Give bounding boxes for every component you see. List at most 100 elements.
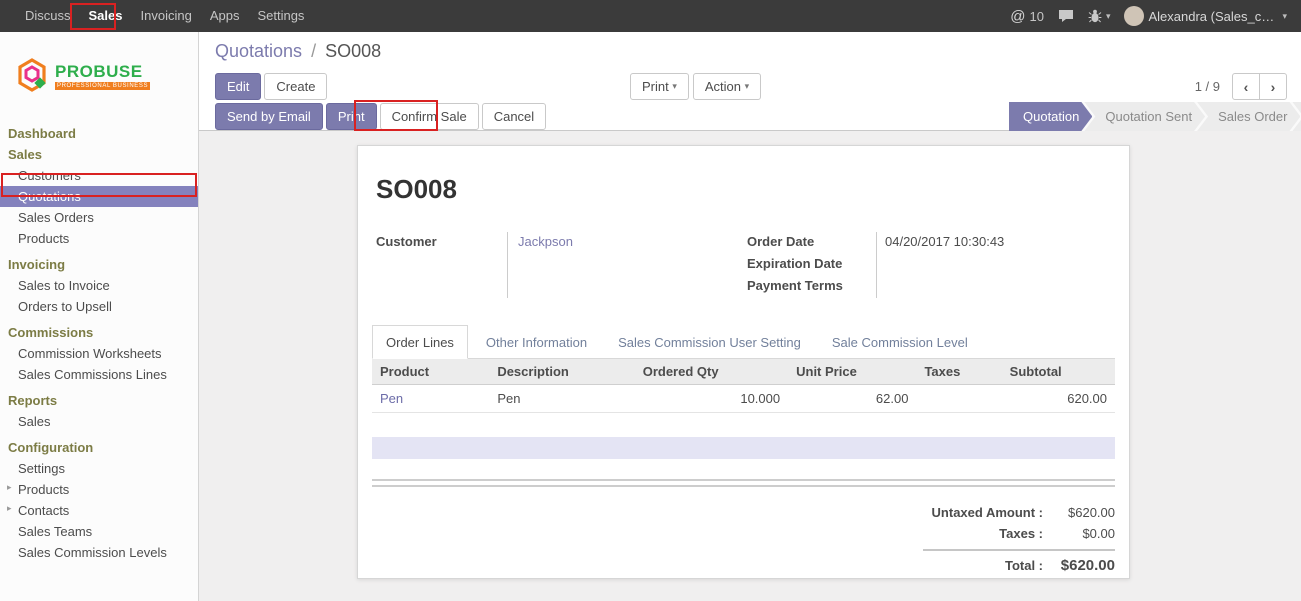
user-menu[interactable]: Alexandra (Sales_comm.. ▾ [1124,6,1287,26]
activities-button[interactable]: @ 10 [1010,8,1044,25]
order-date-value: 04/20/2017 10:30:43 [885,232,1004,254]
sidebar-item-sales-commissions-lines[interactable]: Sales Commissions Lines [0,364,198,385]
app-logo[interactable]: PROBUSE PROFESSIONAL BUSINESS [0,32,198,118]
order-line-unit-price: 62.00 [788,385,916,413]
breadcrumb: Quotations / SO008 [199,32,1301,65]
document-title: SO008 [376,174,1115,205]
sidebar-item-sales-teams[interactable]: Sales Teams [0,521,198,542]
form-view-background: SO008 Customer Jackpson Order Date E [199,131,1301,601]
activities-icon: @ [1010,8,1025,25]
statusbar-stage-sales-order[interactable]: Sales Order [1197,102,1300,131]
section-separator [372,479,1115,487]
tab-other-information[interactable]: Other Information [473,326,600,358]
notebook-tabs: Order Lines Other Information Sales Comm… [372,325,1115,359]
column-header-subtotal: Subtotal [1002,359,1115,385]
messages-button[interactable] [1058,9,1074,23]
total-separator [923,549,1115,551]
topbar-menu-invoicing[interactable]: Invoicing [132,0,201,32]
sidebar-item-commission-worksheets[interactable]: Commission Worksheets [0,343,198,364]
user-name: Alexandra (Sales_comm.. [1148,9,1278,24]
caret-down-icon: ▾ [1282,11,1287,22]
customer-value-link[interactable]: Jackpson [518,232,573,254]
sidebar-item-contacts[interactable]: ▸ Contacts [0,500,198,521]
sidebar-heading-sales[interactable]: Sales [0,144,198,165]
avatar [1124,6,1144,26]
order-line-row[interactable]: Pen Pen 10.000 62.00 620.00 [372,385,1115,413]
pager-counter: 1 / 9 [1195,79,1220,94]
topbar-menu-discuss[interactable]: Discuss [16,0,80,32]
debug-menu-button[interactable]: ▾ [1088,9,1111,23]
sidebar-heading-dashboard[interactable]: Dashboard [0,123,198,144]
control-panel: Quotations / SO008 Edit Create Print ▾ A… [199,32,1301,131]
taxes-value: $0.00 [1043,526,1115,541]
action-menu-label: Action [705,79,741,94]
tab-sale-commission-level[interactable]: Sale Commission Level [819,326,981,358]
order-line-description: Pen [489,385,634,413]
top-navbar: Discuss Sales Invoicing Apps Settings @ … [0,0,1301,32]
print-button[interactable]: Print [326,103,377,130]
untaxed-amount-label: Untaxed Amount : [932,505,1043,520]
chevron-right-icon: › [1271,79,1276,95]
column-header-product: Product [372,359,489,385]
statusbar-stage-quotation-sent[interactable]: Quotation Sent [1084,102,1205,131]
cancel-button[interactable]: Cancel [482,103,546,130]
total-label: Total : [1005,558,1043,573]
document-sheet: SO008 Customer Jackpson Order Date E [357,145,1130,579]
sidebar-item-label: Contacts [18,503,69,518]
action-menu-button[interactable]: Action ▾ [693,73,761,100]
activity-count-badge: 10 [1029,9,1043,24]
sidebar-item-orders-to-upsell[interactable]: Orders to Upsell [0,296,198,317]
confirm-sale-button[interactable]: Confirm Sale [380,103,479,130]
edit-button[interactable]: Edit [215,73,261,100]
payment-terms-label: Payment Terms [743,276,876,298]
sidebar-heading-reports[interactable]: Reports [0,390,198,411]
sidebar-item-quotations[interactable]: Quotations [0,186,198,207]
sidebar-item-products[interactable]: Products [0,228,198,249]
breadcrumb-current: SO008 [325,41,381,61]
topbar-menu-apps[interactable]: Apps [201,0,249,32]
column-header-unit-price: Unit Price [788,359,916,385]
chevron-right-icon: ▸ [7,482,12,493]
send-by-email-button[interactable]: Send by Email [215,103,323,130]
column-header-ordered-qty: Ordered Qty [635,359,788,385]
sidebar-item-products-config[interactable]: ▸ Products [0,479,198,500]
pager-previous-button[interactable]: ‹ [1232,73,1260,100]
order-lines-table: Product Description Ordered Qty Unit Pri… [372,359,1115,413]
breadcrumb-separator: / [311,41,316,61]
tab-order-lines[interactable]: Order Lines [372,325,468,359]
totals-block: Untaxed Amount : $620.00 Taxes : $0.00 T… [923,502,1115,577]
taxes-label: Taxes : [999,526,1043,541]
main-area: Quotations / SO008 Edit Create Print ▾ A… [199,32,1301,601]
topbar-menu-settings[interactable]: Settings [248,0,313,32]
chevron-left-icon: ‹ [1244,79,1249,95]
total-value: $620.00 [1043,557,1115,574]
sidebar-item-label: Products [18,482,69,497]
statusbar: Quotation Quotation Sent Sales Order [1009,102,1301,131]
sidebar-heading-invoicing[interactable]: Invoicing [0,254,198,275]
expiration-date-label: Expiration Date [743,254,876,276]
caret-down-icon: ▾ [745,81,750,92]
probuse-logo-icon [16,57,48,95]
customer-label: Customer [372,232,507,254]
tab-sales-commission-user-setting[interactable]: Sales Commission User Setting [605,326,814,358]
expiration-date-value [885,254,1004,276]
table-header-row: Product Description Ordered Qty Unit Pri… [372,359,1115,385]
sidebar-item-settings[interactable]: Settings [0,458,198,479]
pager-next-button[interactable]: › [1259,73,1287,100]
caret-down-icon: ▾ [1106,11,1111,22]
sidebar-item-sales-orders[interactable]: Sales Orders [0,207,198,228]
sidebar-item-customers[interactable]: Customers [0,165,198,186]
breadcrumb-parent-link[interactable]: Quotations [215,41,302,61]
order-date-label: Order Date [743,232,876,254]
sidebar-heading-commissions[interactable]: Commissions [0,322,198,343]
statusbar-stage-quotation[interactable]: Quotation [1009,102,1092,131]
topbar-menu-sales[interactable]: Sales [80,0,132,32]
logo-subtitle: PROFESSIONAL BUSINESS [55,82,150,90]
sidebar-item-sales-report[interactable]: Sales [0,411,198,432]
chevron-right-icon: ▸ [7,503,12,514]
sidebar-item-sales-commission-levels[interactable]: Sales Commission Levels [0,542,198,563]
create-button[interactable]: Create [264,73,327,100]
sidebar-heading-configuration[interactable]: Configuration [0,437,198,458]
print-menu-button[interactable]: Print ▾ [630,73,689,100]
sidebar-item-sales-to-invoice[interactable]: Sales to Invoice [0,275,198,296]
